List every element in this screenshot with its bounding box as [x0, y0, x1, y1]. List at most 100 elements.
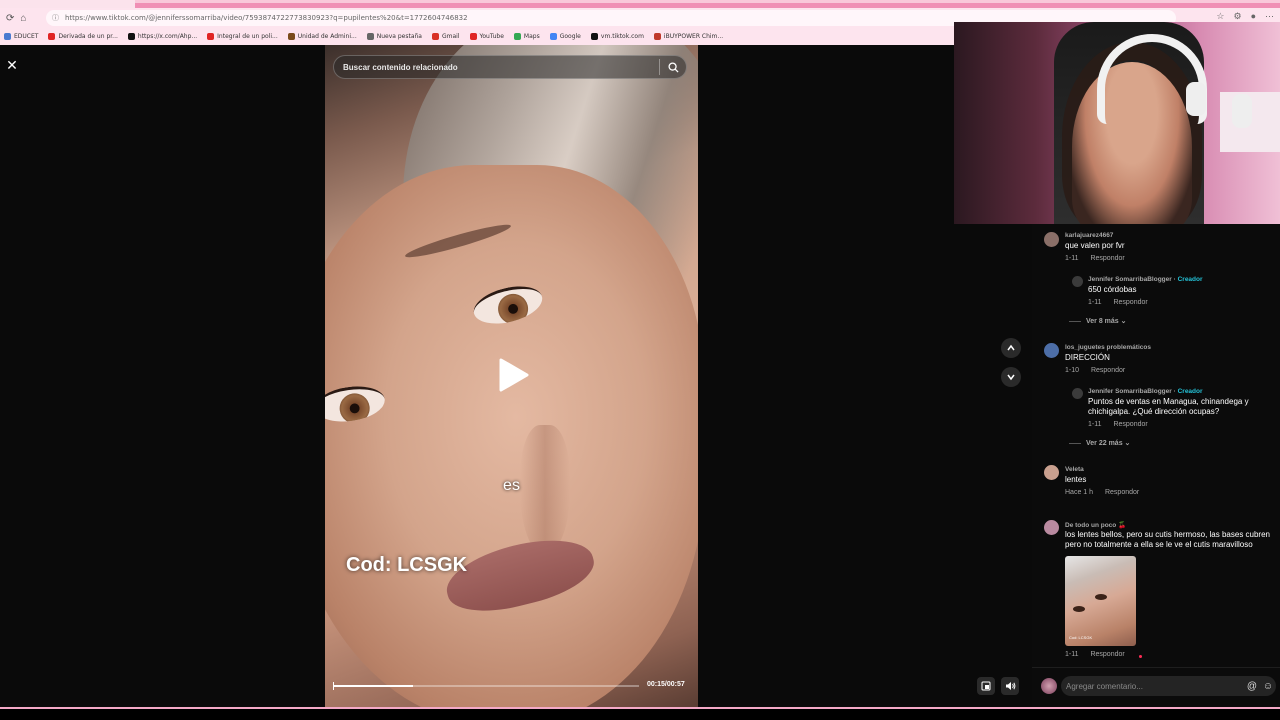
- comment-input-bar: Agregar comentario... @ ☺: [1032, 667, 1280, 707]
- comment-username[interactable]: Veleta: [1065, 466, 1084, 473]
- bookmark-item[interactable]: Unidad de Admini...: [287, 33, 357, 40]
- reload-icon[interactable]: ⟳: [6, 13, 14, 24]
- picture-in-picture-button[interactable]: [977, 677, 995, 695]
- like-indicator-dot: [1139, 655, 1142, 658]
- video-player[interactable]: Buscar contenido relacionado es Cod: LCS…: [325, 45, 698, 707]
- comment-username[interactable]: karlajuarez4667: [1065, 232, 1113, 239]
- webcam-cup: [1186, 82, 1206, 116]
- active-tab[interactable]: [0, 0, 135, 8]
- play-icon: [499, 358, 529, 392]
- bookmark-favicon-icon: [469, 33, 477, 40]
- bookmark-item[interactable]: Nueva pestaña: [366, 33, 422, 40]
- comment-date: 1-11: [1065, 255, 1079, 262]
- bookmark-item[interactable]: vm.tiktok.com: [590, 33, 644, 40]
- bookmark-item[interactable]: https://x.com/Ahp...: [127, 33, 197, 40]
- reply-button[interactable]: Respondor: [1113, 299, 1147, 306]
- bookmark-item[interactable]: Gmail: [432, 33, 460, 40]
- video-progress-start-tick: [333, 682, 334, 690]
- bookmark-item[interactable]: Google: [549, 33, 581, 40]
- comments-panel: karlajuarez4667 que valen por fvr 1-11 R…: [1032, 224, 1280, 667]
- commenter-avatar[interactable]: [1044, 232, 1059, 247]
- bookmark-item[interactable]: Integral de un poli...: [207, 33, 278, 40]
- reply-date: 1-11: [1088, 299, 1102, 306]
- next-video-button[interactable]: [1001, 367, 1021, 387]
- related-search-placeholder: Buscar contenido relacionado: [343, 62, 458, 72]
- search-button[interactable]: [660, 61, 686, 73]
- volume-button[interactable]: [1001, 677, 1019, 695]
- reply-meta: 1-11 Respondor: [1088, 421, 1148, 428]
- pip-icon: [981, 681, 991, 691]
- extensions-icon[interactable]: ⚙: [1233, 11, 1241, 22]
- comment-text: los lentes bellos, pero su cutis hermoso…: [1065, 530, 1270, 549]
- search-icon: [667, 61, 679, 73]
- reply-button[interactable]: Respondor: [1113, 421, 1147, 428]
- video-frame-face: [325, 165, 698, 707]
- commenter-avatar[interactable]: [1044, 465, 1059, 480]
- bookmark-item[interactable]: Derivada de un pr...: [48, 33, 118, 40]
- bookmark-favicon-icon: [513, 33, 521, 40]
- creator-badge: Creador: [1177, 388, 1203, 395]
- bookmark-item[interactable]: YouTube: [469, 33, 504, 40]
- commenter-avatar[interactable]: [1044, 343, 1059, 358]
- comment-text: lentes: [1065, 475, 1087, 484]
- bookmarks-bar: EDUCET Derivada de un pr... https://x.co…: [0, 28, 954, 45]
- previous-video-button[interactable]: [1001, 338, 1021, 358]
- reply-button[interactable]: Respondor: [1090, 255, 1124, 262]
- bookmark-favicon-icon: [4, 33, 11, 40]
- creator-avatar[interactable]: [1072, 276, 1083, 287]
- current-user-avatar[interactable]: [1041, 678, 1057, 694]
- commenter-avatar[interactable]: [1044, 520, 1059, 535]
- chevron-up-icon: [1007, 344, 1015, 351]
- comment-meta: 1-10 Respondor: [1065, 367, 1125, 374]
- comment-input-placeholder: Agregar comentario...: [1066, 681, 1143, 691]
- menu-icon[interactable]: ⋯: [1265, 11, 1274, 22]
- reply-button[interactable]: Respondor: [1091, 367, 1125, 374]
- bookmark-item[interactable]: iBUYPOWER Chim...: [653, 33, 723, 40]
- video-caption-code: Cod: LCSGK: [346, 554, 468, 576]
- emoji-icon[interactable]: ☺: [1260, 681, 1276, 692]
- view-more-replies-button[interactable]: Ver 22 más ⌄: [1069, 439, 1130, 447]
- bookmark-favicon-icon: [207, 33, 215, 40]
- comment-text: que valen por fvr: [1065, 241, 1125, 250]
- video-stage: ✕ Buscar contenido relacionado es Cod: L…: [0, 45, 1032, 707]
- comment-image-thumbnail[interactable]: Cod: LCSGK: [1065, 556, 1136, 646]
- comment-input[interactable]: Agregar comentario... @ ☺: [1061, 676, 1276, 696]
- reply-button[interactable]: Respondor: [1105, 489, 1139, 496]
- reply-button[interactable]: Respondor: [1090, 651, 1124, 658]
- comment-username[interactable]: los_juguetes problemáticos: [1065, 344, 1151, 351]
- site-info-icon[interactable]: ⓘ: [52, 13, 59, 23]
- bookmark-favicon-icon: [287, 33, 295, 40]
- browser-tab-strip: [0, 0, 1280, 8]
- comment-meta: Hace 1 h Respondor: [1065, 489, 1139, 496]
- home-icon[interactable]: ⌂: [20, 13, 26, 24]
- comment-meta: 1-11 Respondor: [1065, 255, 1125, 262]
- bookmark-favicon-icon: [366, 33, 374, 40]
- bookmark-favicon-icon: [432, 33, 439, 40]
- close-icon: ✕: [6, 56, 18, 73]
- mention-icon[interactable]: @: [1244, 681, 1260, 692]
- creator-avatar[interactable]: [1072, 388, 1083, 399]
- bookmark-favicon-icon: [653, 33, 661, 40]
- comment-date: Hace 1 h: [1065, 489, 1094, 496]
- star-icon[interactable]: ☆: [1216, 11, 1224, 22]
- view-more-label: Ver 8 más: [1086, 318, 1119, 325]
- video-time: 00:15/00:57: [647, 681, 685, 688]
- related-search-box[interactable]: Buscar contenido relacionado: [333, 55, 687, 79]
- video-progress-fill: [333, 685, 413, 687]
- comment-username[interactable]: De todo un poco 🍒: [1065, 521, 1126, 529]
- taskbar-accent: [0, 707, 1280, 709]
- nav-buttons: ⟳ ⌂: [0, 13, 44, 24]
- close-button[interactable]: ✕: [2, 55, 22, 75]
- video-progress-bar[interactable]: [333, 682, 639, 690]
- bookmark-item[interactable]: Maps: [513, 33, 540, 40]
- view-more-label: Ver 22 más: [1086, 440, 1123, 447]
- comment-text: DIRECCIÓN: [1065, 353, 1110, 362]
- bookmark-item[interactable]: EDUCET: [4, 33, 38, 40]
- view-more-replies-button[interactable]: Ver 8 más ⌄: [1069, 317, 1127, 325]
- chevron-down-icon: ⌄: [1120, 318, 1127, 325]
- reply-username[interactable]: Jennifer SomarribaBlogger · Creador: [1088, 388, 1203, 395]
- reply-username[interactable]: Jennifer SomarribaBlogger · Creador: [1088, 276, 1203, 283]
- webcam-cup: [1232, 94, 1252, 128]
- play-button[interactable]: [497, 357, 531, 393]
- profile-icon[interactable]: ●: [1251, 11, 1256, 22]
